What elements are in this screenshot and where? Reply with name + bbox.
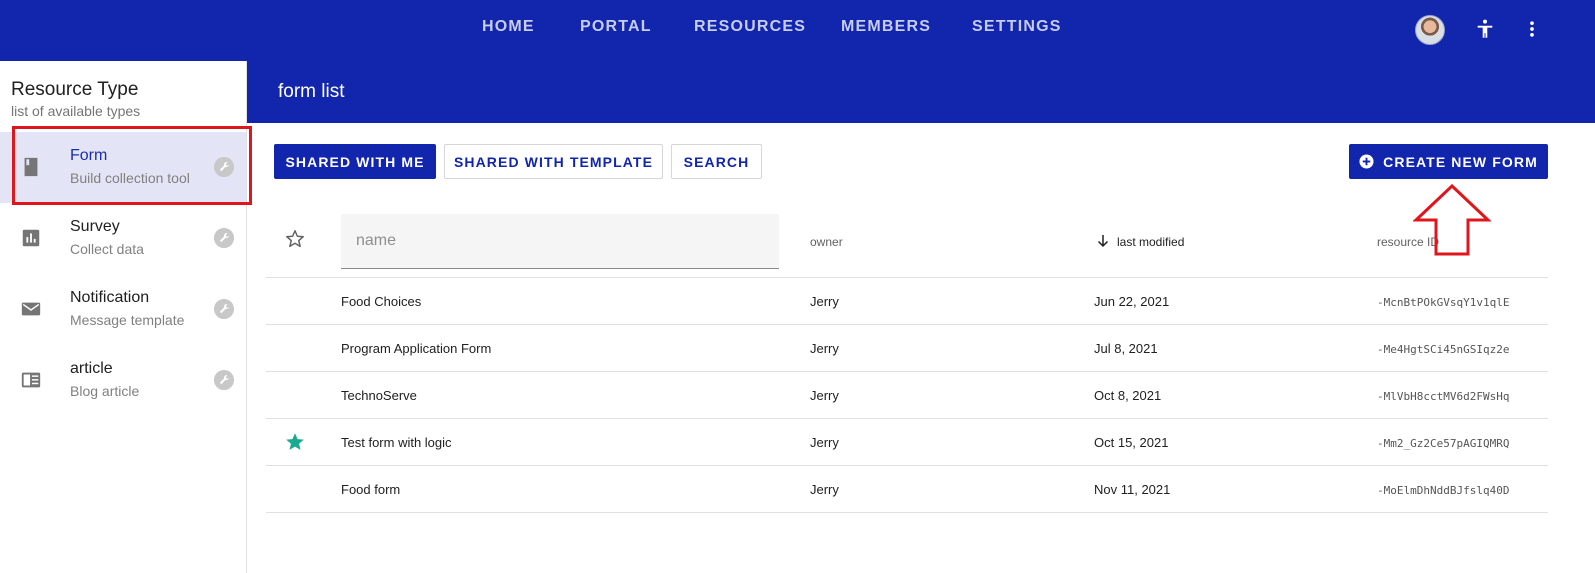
cell-resource-id: -Mm2_Gz2Ce57pAGIQMRQ xyxy=(1377,437,1510,450)
wrench-icon[interactable] xyxy=(214,299,234,319)
cell-resource-id: -MlVbH8cctMV6d2FWsHq xyxy=(1377,390,1510,403)
name-filter-input[interactable] xyxy=(341,214,779,269)
user-avatar[interactable] xyxy=(1415,15,1445,45)
nav-settings[interactable]: SETTINGS xyxy=(972,18,1062,36)
more-vert-icon[interactable] xyxy=(1522,17,1542,41)
book-icon xyxy=(24,157,38,177)
wrench-icon[interactable] xyxy=(214,228,234,248)
table-row[interactable]: Program Application Form Jerry Jul 8, 20… xyxy=(266,325,1548,372)
sidebar-item-label: Form xyxy=(70,147,108,164)
table-row[interactable]: TechnoServe Jerry Oct 8, 2021 -MlVbH8cct… xyxy=(266,372,1548,419)
cell-owner: Jerry xyxy=(810,388,839,403)
cell-resource-id: -McnBtPOkGVsqY1v1qlE xyxy=(1377,296,1510,309)
shared-with-me-button[interactable]: SHARED WITH ME xyxy=(274,144,436,179)
arrow-down-icon[interactable] xyxy=(1096,234,1110,248)
table-row[interactable]: Test form with logic Jerry Oct 15, 2021 … xyxy=(266,419,1548,466)
star-outline-icon[interactable] xyxy=(284,228,306,250)
sidebar-item-desc: Blog article xyxy=(70,383,140,399)
sidebar-item-desc: Build collection tool xyxy=(70,170,190,186)
sidebar-item-survey[interactable]: Survey Collect data xyxy=(0,203,246,274)
sidebar-title: Resource Type xyxy=(11,79,139,100)
sidebar-item-label: Survey xyxy=(70,218,120,235)
sidebar-item-desc: Message template xyxy=(70,312,185,328)
cell-modified: Jul 8, 2021 xyxy=(1094,341,1158,356)
add-circle-icon xyxy=(1359,154,1374,169)
accessibility-icon[interactable] xyxy=(1474,17,1496,41)
sidebar-item-label: article xyxy=(70,360,113,377)
shared-with-template-button[interactable]: SHARED WITH TEMPLATE xyxy=(444,144,663,179)
search-button[interactable]: SEARCH xyxy=(671,144,762,179)
nav-resources[interactable]: RESOURCES xyxy=(694,18,806,36)
cell-resource-id: -MoElmDhNddBJfslq40D xyxy=(1377,484,1510,497)
create-new-form-button[interactable]: CREATE NEW FORM xyxy=(1349,144,1548,179)
cell-modified: Oct 15, 2021 xyxy=(1094,435,1169,450)
sidebar-subtitle: list of available types xyxy=(11,103,141,119)
cell-name: TechnoServe xyxy=(341,388,417,403)
main-header: form list xyxy=(247,61,1595,123)
nav-members[interactable]: MEMBERS xyxy=(841,18,931,36)
cell-owner: Jerry xyxy=(810,341,839,356)
cell-modified: Jun 22, 2021 xyxy=(1094,294,1170,309)
create-new-form-label: CREATE NEW FORM xyxy=(1383,153,1538,170)
table-row[interactable]: Food Choices Jerry Jun 22, 2021 -McnBtPO… xyxy=(266,278,1548,325)
cell-owner: Jerry xyxy=(810,482,839,497)
cell-name: Food Choices xyxy=(341,294,422,309)
nav-portal[interactable]: PORTAL xyxy=(580,18,652,36)
cell-owner: Jerry xyxy=(810,294,839,309)
email-icon xyxy=(21,302,41,316)
article-icon xyxy=(21,372,41,388)
star-filled-icon[interactable] xyxy=(284,431,306,453)
wrench-icon[interactable] xyxy=(214,157,234,177)
cell-owner: Jerry xyxy=(810,435,839,450)
sidebar-item-desc: Collect data xyxy=(70,241,144,257)
column-owner[interactable]: owner xyxy=(810,235,843,249)
cell-name: Test form with logic xyxy=(341,435,452,450)
nav-home[interactable]: HOME xyxy=(482,18,535,36)
cell-resource-id: -Me4HgtSCi45nGSIqz2e xyxy=(1377,343,1510,356)
sidebar-item-form[interactable]: Form Build collection tool xyxy=(0,132,246,203)
sidebar-item-article[interactable]: article Blog article xyxy=(0,345,246,416)
top-app-bar: HOME PORTAL RESOURCES MEMBERS SETTINGS xyxy=(0,0,1595,61)
cell-modified: Oct 8, 2021 xyxy=(1094,388,1162,403)
cell-name: Program Application Form xyxy=(341,341,492,356)
resource-type-sidebar: Resource Type list of available types Fo… xyxy=(0,61,247,573)
table-header: owner last modified resource ID xyxy=(266,214,1548,278)
wrench-icon[interactable] xyxy=(214,370,234,390)
column-resource-id[interactable]: resource ID xyxy=(1377,235,1439,249)
cell-modified: Nov 11, 2021 xyxy=(1094,482,1171,497)
cell-name: Food form xyxy=(341,482,401,497)
bar-chart-icon xyxy=(22,229,40,247)
page-title: form list xyxy=(278,81,345,102)
table-row[interactable]: Food form Jerry Nov 11, 2021 -MoElmDhNdd… xyxy=(266,466,1548,513)
column-last-modified[interactable]: last modified xyxy=(1117,235,1184,249)
sidebar-item-notification[interactable]: Notification Message template xyxy=(0,274,246,345)
sidebar-item-label: Notification xyxy=(70,289,150,306)
